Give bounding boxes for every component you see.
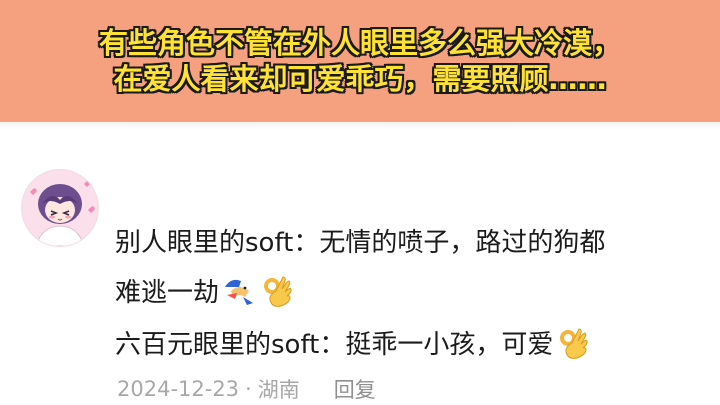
comment-date: 2024-12-23: [117, 377, 240, 401]
comment-text-line-3: 六百元眼里的soft：挺乖一小孩，可爱: [115, 324, 591, 361]
banner-line-2: 在爱人看来却可爱乖巧，需要照顾……: [113, 62, 607, 96]
comment-line-2-text: 难逃一劫: [115, 278, 220, 308]
meta-separator: ·: [245, 377, 252, 401]
comment-text-line-1: 别人眼里的soft：无情的喷子，路过的狗都: [115, 222, 605, 259]
comment-screenshot: 有些角色不管在外人眼里多么强大冷漠， 在爱人看来却可爱乖巧，需要照顾…… 别人眼…: [0, 0, 720, 405]
comment-location: 湖南: [257, 378, 300, 402]
user-avatar[interactable]: [22, 170, 98, 246]
comment-line-3-text: 六百元眼里的soft：挺乖一小孩，可爱: [115, 330, 554, 360]
ok-hand-emoji-icon: [259, 273, 295, 309]
comment-line-1-text: 别人眼里的soft：无情的喷子，路过的狗都: [115, 228, 606, 258]
caption-banner: 有些角色不管在外人眼里多么强大冷漠， 在爱人看来却可爱乖巧，需要照顾……: [0, 0, 720, 122]
comment-text-line-2: 难逃一劫: [115, 272, 295, 309]
anime-character-avatar-icon: [22, 170, 98, 246]
ok-hand-emoji-icon: [555, 325, 591, 361]
banner-divider: [0, 122, 720, 130]
comment-meta: 2024-12-23 · 湖南 回复: [117, 374, 376, 404]
banner-line-1: 有些角色不管在外人眼里多么强大冷漠，: [98, 26, 621, 60]
cheems-running-emoji-icon: [221, 273, 257, 309]
reply-button[interactable]: 回复: [334, 374, 376, 404]
